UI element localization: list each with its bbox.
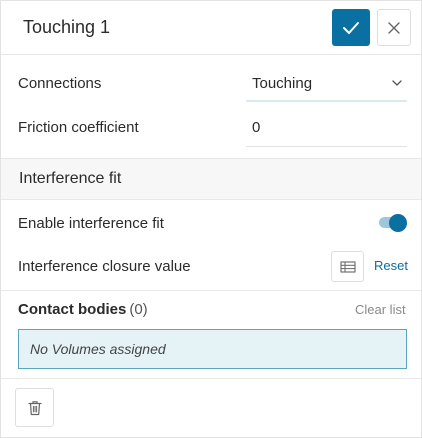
friction-coefficient-field[interactable] xyxy=(246,110,407,147)
delete-button[interactable] xyxy=(15,388,54,427)
section-title: Interference fit xyxy=(19,170,122,187)
divider xyxy=(1,290,421,291)
table-icon xyxy=(339,260,356,273)
no-volumes-text: No Volumes assigned xyxy=(30,341,166,357)
friction-coefficient-label: Friction coefficient xyxy=(18,119,139,136)
confirm-button[interactable] xyxy=(332,9,370,46)
toggle-knob xyxy=(389,214,407,232)
connections-value: Touching xyxy=(252,75,313,92)
contact-bodies-count: (0) xyxy=(129,301,148,318)
panel-title: Touching 1 xyxy=(23,17,111,37)
checkmark-icon xyxy=(343,21,359,34)
connections-select[interactable]: Touching xyxy=(246,65,407,102)
friction-coefficient-input[interactable] xyxy=(252,119,402,136)
select-underline xyxy=(246,100,407,102)
contact-bodies-label: Contact bodies xyxy=(18,301,127,318)
chevron-down-icon xyxy=(392,80,402,86)
contact-bodies-title: Contact bodies (0) xyxy=(18,301,148,318)
connections-label: Connections xyxy=(18,75,102,92)
close-button[interactable] xyxy=(377,9,411,46)
divider xyxy=(1,378,421,379)
interference-fit-section-header: Interference fit xyxy=(1,158,421,200)
trash-icon xyxy=(27,400,42,415)
panel-header: Touching 1 xyxy=(1,1,421,55)
touching-settings-panel: Touching 1 Connections Touching Friction… xyxy=(0,0,422,438)
interference-closure-value-label: Interference closure value xyxy=(18,258,191,275)
clear-list-link[interactable]: Clear list xyxy=(355,302,406,317)
reset-link[interactable]: Reset xyxy=(374,258,408,273)
enable-interference-fit-label: Enable interference fit xyxy=(18,215,164,232)
close-icon xyxy=(388,21,400,34)
closure-table-button[interactable] xyxy=(331,251,364,282)
volume-assignment-box[interactable]: No Volumes assigned xyxy=(18,329,407,369)
input-underline xyxy=(246,146,407,147)
enable-interference-fit-toggle[interactable] xyxy=(377,213,409,233)
